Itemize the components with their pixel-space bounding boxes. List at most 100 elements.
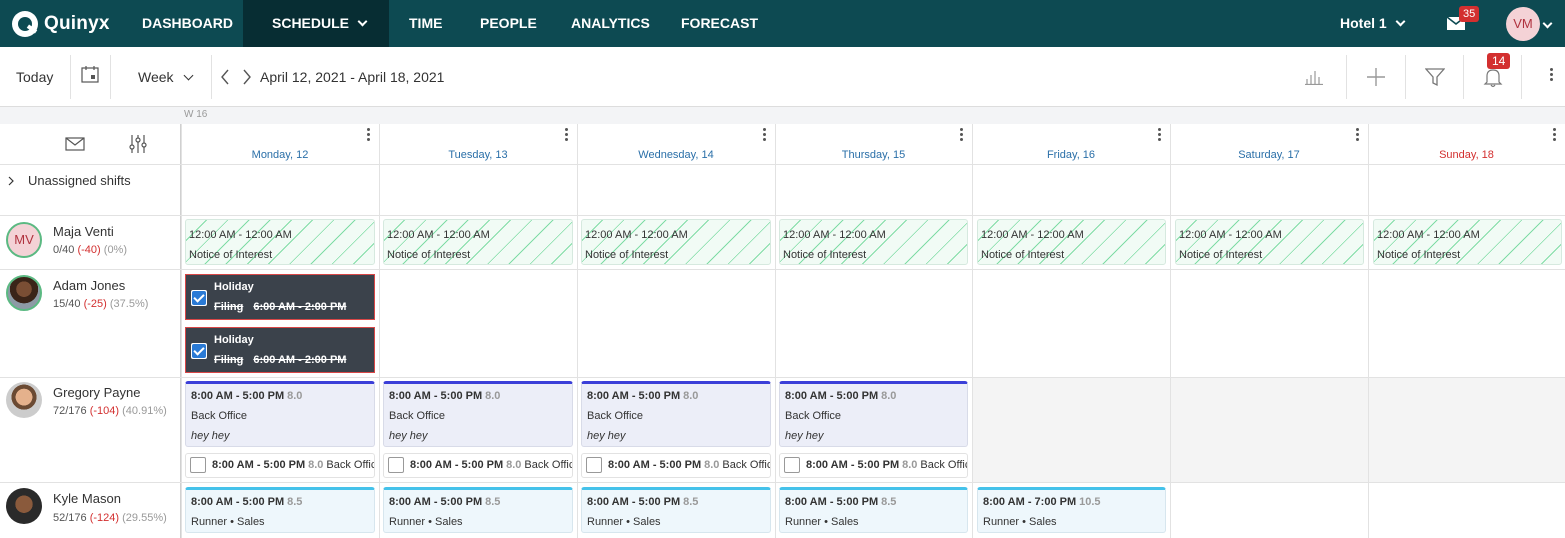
day-label: Friday, 16 <box>1046 149 1096 161</box>
nav-dashboard[interactable]: DASHBOARD <box>142 0 233 47</box>
shift-time: 8:00 AM - 5:00 PM 8.0 <box>389 390 500 402</box>
shift-time: 12:00 AM - 12:00 AM <box>1179 229 1282 241</box>
nav-people[interactable]: PEOPLE <box>480 0 537 47</box>
avatar[interactable]: MV <box>6 222 42 258</box>
shift-card[interactable]: 8:00 AM - 5:00 PM 8.0 Back Office hey hey <box>581 381 771 447</box>
task-label: Filing <box>214 354 244 366</box>
employee-name[interactable]: Gregory Payne <box>53 385 140 400</box>
notice-of-interest-card[interactable]: 12:00 AM - 12:00 AM Notice of Interest <box>1175 219 1364 265</box>
nav-time[interactable]: TIME <box>409 0 442 47</box>
day-header-friday[interactable]: Friday, 16 <box>972 124 1170 165</box>
user-avatar[interactable]: VM <box>1506 7 1540 41</box>
notice-of-interest-card[interactable]: 12:00 AM - 12:00 AM Notice of Interest <box>383 219 573 265</box>
quinyx-logo[interactable]: Quinyx <box>12 10 110 38</box>
chevron-down-icon[interactable] <box>1542 18 1553 29</box>
task-hours: 8.0 <box>902 459 918 471</box>
more-options-icon[interactable] <box>1553 128 1557 143</box>
checkbox-checked-icon[interactable] <box>191 343 207 359</box>
shift-card[interactable]: 8:00 AM - 5:00 PM 8.0 Back Office hey hey <box>185 381 375 447</box>
more-options-icon[interactable] <box>367 128 371 143</box>
shift-task-row[interactable]: 8:00 AM - 5:00 PM 8.0 Back Offic <box>185 453 375 478</box>
divider <box>1463 55 1464 99</box>
shift-card[interactable]: 8:00 AM - 5:00 PM 8.5 Runner • Sales <box>185 487 375 533</box>
divider <box>1346 55 1347 99</box>
more-options-icon[interactable] <box>565 128 569 143</box>
statistics-button[interactable] <box>1305 69 1323 90</box>
avatar[interactable] <box>6 382 42 418</box>
checkbox-checked-icon[interactable] <box>191 290 207 306</box>
shift-card[interactable]: 8:00 AM - 5:00 PM 8.5 Runner • Sales <box>383 487 573 533</box>
sort-settings-button[interactable] <box>128 134 148 159</box>
employee-name[interactable]: Adam Jones <box>53 278 125 293</box>
day-column <box>972 124 973 538</box>
day-header-saturday[interactable]: Saturday, 17 <box>1170 124 1368 165</box>
day-column <box>775 124 776 538</box>
checkbox-icon[interactable] <box>190 457 206 473</box>
nav-analytics[interactable]: ANALYTICS <box>571 0 650 47</box>
holiday-absence-card[interactable]: Holiday Filing 6:00 AM - 2:00 PM <box>185 327 375 373</box>
view-selector-label: Week <box>138 69 174 85</box>
checkbox-icon[interactable] <box>784 457 800 473</box>
shift-label: Notice of Interest <box>189 249 273 261</box>
more-options-icon[interactable] <box>1550 68 1554 83</box>
checkbox-icon[interactable] <box>388 457 404 473</box>
shift-card[interactable]: 8:00 AM - 7:00 PM 10.5 Runner • Sales <box>977 487 1166 533</box>
notice-of-interest-card[interactable]: 12:00 AM - 12:00 AM Notice of Interest <box>779 219 968 265</box>
employee-name[interactable]: Kyle Mason <box>53 491 121 506</box>
avatar[interactable] <box>6 488 42 524</box>
day-header-thursday[interactable]: Thursday, 15 <box>775 124 972 165</box>
avatar[interactable] <box>6 275 42 311</box>
notice-of-interest-card[interactable]: 12:00 AM - 12:00 AM Notice of Interest <box>185 219 375 265</box>
message-all-button[interactable] <box>65 137 85 156</box>
day-label: Saturday, 17 <box>1238 149 1300 161</box>
more-options-icon[interactable] <box>1356 128 1360 143</box>
bell-icon <box>1483 69 1503 88</box>
shift-card[interactable]: 8:00 AM - 5:00 PM 8.0 Back Office hey hey <box>383 381 573 447</box>
nav-forecast[interactable]: FORECAST <box>681 0 758 47</box>
calendar-picker-button[interactable] <box>81 66 99 88</box>
shift-time: 8:00 AM - 5:00 PM 8.0 <box>587 390 698 402</box>
today-button[interactable]: Today <box>16 47 53 107</box>
notice-of-interest-card[interactable]: 12:00 AM - 12:00 AM Notice of Interest <box>977 219 1166 265</box>
day-header-tuesday[interactable]: Tuesday, 13 <box>379 124 577 165</box>
divider <box>70 55 71 99</box>
shift-time: 12:00 AM - 12:00 AM <box>783 229 886 241</box>
day-header-monday[interactable]: Monday, 12 <box>181 124 379 165</box>
add-shift-button[interactable] <box>1366 67 1386 92</box>
shift-task-row[interactable]: 8:00 AM - 5:00 PM 8.0 Back Offic <box>779 453 968 478</box>
view-selector[interactable]: Week <box>138 47 194 107</box>
task-text: 8:00 AM - 5:00 PM 8.0 Back Offic <box>608 459 770 471</box>
absence-task: Filing 6:00 AM - 2:00 PM <box>214 301 346 313</box>
day-header-sunday[interactable]: Sunday, 18 <box>1368 124 1565 165</box>
filter-button[interactable] <box>1424 67 1446 92</box>
shift-hours: 8.0 <box>881 390 897 402</box>
absence-title: Holiday <box>214 334 254 346</box>
more-options-icon[interactable] <box>763 128 767 143</box>
more-options-icon[interactable] <box>1158 128 1162 143</box>
unit-selector[interactable]: Hotel 1 <box>1340 0 1406 47</box>
day-header-wednesday[interactable]: Wednesday, 14 <box>577 124 775 165</box>
employee-name[interactable]: Maja Venti <box>53 224 114 239</box>
checkbox-icon[interactable] <box>586 457 602 473</box>
schedule-toolbar: Today Week April 12, 2021 - April 18, 20… <box>0 47 1565 107</box>
nav-schedule[interactable]: SCHEDULE <box>243 0 389 47</box>
shift-card[interactable]: 8:00 AM - 5:00 PM 8.5 Runner • Sales <box>581 487 771 533</box>
shift-card[interactable]: 8:00 AM - 5:00 PM 8.0 Back Office hey hey <box>779 381 968 447</box>
task-time: 8:00 AM - 5:00 PM <box>410 459 504 471</box>
more-options-icon[interactable] <box>960 128 964 143</box>
holiday-absence-card[interactable]: Holiday Filing 6:00 AM - 2:00 PM <box>185 274 375 320</box>
shift-hours: 8.5 <box>683 496 699 508</box>
shift-task-row[interactable]: 8:00 AM - 5:00 PM 8.0 Back Offic <box>581 453 771 478</box>
previous-week-button[interactable] <box>220 69 230 90</box>
expand-unassigned-button[interactable] <box>8 173 14 191</box>
notice-of-interest-card[interactable]: 12:00 AM - 12:00 AM Notice of Interest <box>1373 219 1562 265</box>
shift-label: Runner • Sales <box>785 516 859 528</box>
notifications-button[interactable] <box>1483 67 1503 93</box>
next-week-button[interactable] <box>242 69 252 90</box>
shift-card[interactable]: 8:00 AM - 5:00 PM 8.5 Runner • Sales <box>779 487 968 533</box>
employee-hours: 72/176 (-104) (40.91%) <box>53 405 167 417</box>
shift-task-row[interactable]: 8:00 AM - 5:00 PM 8.0 Back Offic <box>383 453 573 478</box>
notice-of-interest-card[interactable]: 12:00 AM - 12:00 AM Notice of Interest <box>581 219 771 265</box>
hours-diff: (-25) <box>83 298 107 310</box>
shift-label: Notice of Interest <box>1377 249 1461 261</box>
